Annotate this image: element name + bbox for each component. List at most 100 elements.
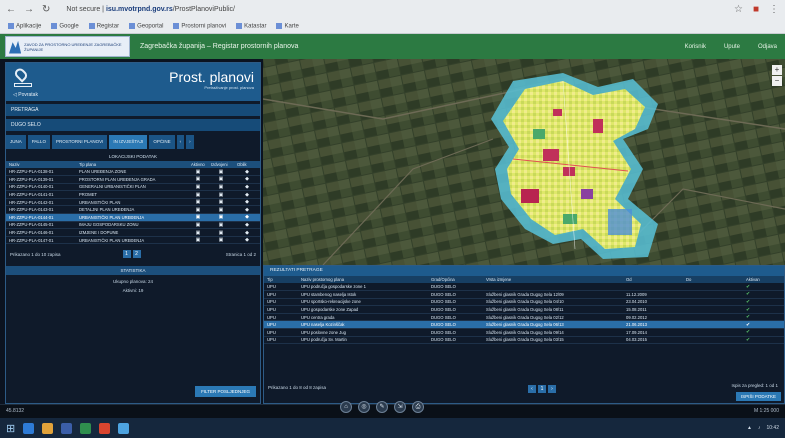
document-icon[interactable]: ▣ bbox=[188, 175, 208, 184]
forward-arrow-icon[interactable]: → bbox=[24, 4, 34, 15]
network-icon[interactable]: ▲ bbox=[747, 425, 752, 431]
table-row[interactable]: UPU UPU gospodarske zone Zapad DUGO SELO Sl… bbox=[264, 305, 784, 314]
bookmark-item[interactable]: Prostorni planovi bbox=[173, 22, 226, 29]
page-button[interactable]: 1 bbox=[122, 250, 131, 259]
table-row[interactable]: HR-ZZPU-PLA-0142-01 URBANISTIČKI PLAN ▣ ▣ ◆ bbox=[6, 198, 260, 207]
copy-icon[interactable]: ▣ bbox=[208, 236, 234, 245]
column-header[interactable]: Do bbox=[683, 276, 743, 283]
copy-icon[interactable]: ▣ bbox=[208, 221, 234, 230]
header-link-logout[interactable]: Odjava bbox=[758, 44, 777, 50]
table-row[interactable]: UPU UPU sportsko-rekreacijske zone DUGO SE… bbox=[264, 298, 784, 307]
bookmark-item[interactable]: Karte bbox=[276, 22, 299, 29]
column-header[interactable]: Izdvojeni bbox=[208, 161, 234, 168]
column-header[interactable]: Aktivan bbox=[743, 276, 784, 283]
tab-pallo[interactable]: PALLO bbox=[27, 135, 50, 149]
clock[interactable]: 10:42 bbox=[766, 425, 779, 431]
bookmark-item[interactable]: Google bbox=[51, 22, 79, 29]
copy-icon[interactable]: ▣ bbox=[208, 228, 234, 237]
app-taskbar-icon[interactable] bbox=[118, 422, 130, 434]
back-arrow-icon[interactable]: ← bbox=[6, 4, 16, 15]
layers-icon[interactable]: ◆ bbox=[234, 183, 260, 192]
document-icon[interactable]: ▣ bbox=[188, 221, 208, 230]
bookmark-item[interactable]: Aplikacije bbox=[8, 22, 41, 29]
column-header[interactable]: Aktivno bbox=[188, 161, 208, 168]
map-view[interactable]: + − bbox=[263, 59, 785, 265]
search-bar[interactable]: PRETRAGA bbox=[6, 104, 260, 116]
menu-icon[interactable]: ⋮ bbox=[769, 4, 779, 15]
bookmark-item[interactable]: Registar bbox=[88, 22, 119, 29]
copy-icon[interactable]: ▣ bbox=[208, 183, 234, 192]
table-row[interactable]: UPU UPU područja Sv. Martin DUGO SELO Služb… bbox=[264, 336, 784, 345]
copy-icon[interactable]: ▣ bbox=[208, 190, 234, 199]
table-row[interactable]: UPU UPU područja gospodarske zone 1 DUGO S… bbox=[264, 283, 784, 292]
folder-taskbar-icon[interactable] bbox=[42, 422, 54, 434]
back-link[interactable]: ◁ Povratak bbox=[13, 92, 38, 98]
locate-tool-icon[interactable]: ◎ bbox=[358, 401, 370, 413]
layers-icon[interactable]: ◆ bbox=[234, 198, 260, 207]
bookmark-item[interactable]: Katastar bbox=[236, 22, 266, 29]
document-icon[interactable]: ▣ bbox=[188, 183, 208, 192]
table-row[interactable]: HR-ZZPU-PLA-0139-01 PROSTORNI PLAN UREĐEN… bbox=[6, 175, 260, 184]
zoom-out-button[interactable]: − bbox=[772, 76, 782, 86]
satellite-map[interactable] bbox=[263, 59, 785, 265]
table-row[interactable]: HR-ZZPU-PLA-0141-01 PROMET ▣ ▣ ◆ bbox=[6, 190, 260, 199]
browser-taskbar-icon[interactable] bbox=[23, 422, 35, 434]
table-row[interactable]: HR-ZZPU-PLA-0138-01 PLAN UREĐENJA ZONE ▣ ▣ ◆ bbox=[6, 168, 260, 177]
app-taskbar-icon[interactable] bbox=[99, 422, 111, 434]
document-icon[interactable]: ▣ bbox=[188, 168, 208, 177]
layers-icon[interactable]: ◆ bbox=[234, 168, 260, 177]
selected-municipality[interactable]: DUGO SELO bbox=[6, 119, 260, 131]
copy-icon[interactable]: ▣ bbox=[208, 175, 234, 184]
table-row-selected[interactable]: HR-ZZPU-PLA-0144-01 URBANISTIČKI PLAN URE… bbox=[6, 213, 260, 222]
table-row-selected[interactable]: UPU UPU naselja Kozinščak DUGO SELO Služben… bbox=[264, 320, 784, 330]
column-header[interactable]: Tip bbox=[264, 276, 298, 283]
tab-scroll-right-icon[interactable]: › bbox=[186, 135, 194, 149]
document-icon[interactable]: ▣ bbox=[188, 228, 208, 237]
table-row[interactable]: UPU UPU centra grada DUGO SELO Službeni gla… bbox=[264, 313, 784, 322]
layers-icon[interactable]: ◆ bbox=[234, 228, 260, 237]
document-icon[interactable]: ▣ bbox=[188, 205, 208, 215]
header-link-help[interactable]: Upute bbox=[724, 44, 740, 50]
logo[interactable]: ZAVOD ZA PROSTORNO UREĐENJE ZAGREBAČKE Ž… bbox=[5, 36, 130, 57]
layers-icon[interactable]: ◆ bbox=[234, 236, 260, 245]
volume-icon[interactable]: ♪ bbox=[758, 425, 761, 431]
layers-icon[interactable]: ◆ bbox=[234, 213, 260, 222]
copy-icon[interactable]: ▣ bbox=[208, 205, 234, 215]
extension-icon[interactable]: ■ bbox=[753, 4, 759, 15]
print-tool-icon[interactable]: ⎙ bbox=[412, 401, 424, 413]
layers-icon[interactable]: ◆ bbox=[234, 221, 260, 230]
column-header[interactable]: Grad/Općina bbox=[428, 276, 483, 283]
layers-icon[interactable]: ◆ bbox=[234, 190, 260, 199]
table-row[interactable]: HR-ZZPU-PLA-0145-01 IMAJU GOSPODARSKU ZON… bbox=[6, 221, 260, 230]
start-icon[interactable]: ⊞ bbox=[6, 422, 15, 435]
page-prev-icon[interactable]: ‹ bbox=[528, 385, 536, 393]
draw-tool-icon[interactable]: ✎ bbox=[376, 401, 388, 413]
column-header[interactable]: Od bbox=[623, 276, 683, 283]
column-header[interactable]: Oblik bbox=[234, 161, 260, 168]
table-row[interactable]: HR-ZZPU-PLA-0140-01 GENERALNI URBANISTIČK… bbox=[6, 183, 260, 192]
column-header[interactable]: Naziv prostornog plana bbox=[298, 276, 428, 283]
copy-icon[interactable]: ▣ bbox=[208, 198, 234, 207]
layers-icon[interactable]: ◆ bbox=[234, 205, 260, 215]
column-header[interactable]: Vrsta izmjene bbox=[483, 276, 623, 283]
bookmark-item[interactable]: Geoportal bbox=[129, 22, 163, 29]
tab-opcine[interactable]: OPĆINE bbox=[149, 135, 175, 149]
copy-icon[interactable]: ▣ bbox=[208, 213, 234, 222]
word-taskbar-icon[interactable] bbox=[61, 422, 73, 434]
page-button[interactable]: 2 bbox=[132, 250, 141, 259]
header-link-user[interactable]: Korisnik bbox=[685, 44, 706, 50]
address-field[interactable]: Not secure | isu.mvotrpnd.gov.rs/ProstPl… bbox=[66, 6, 235, 13]
column-header[interactable]: Tip plana bbox=[76, 161, 188, 168]
column-header[interactable]: Naziv bbox=[6, 161, 76, 168]
tab-scroll-left-icon[interactable]: ‹ bbox=[176, 135, 185, 149]
tab-izvjestaji[interactable]: IN IZVJEŠTAJI bbox=[109, 135, 148, 149]
table-row[interactable]: UPU UPU poslovne zone Jug DUGO SELO Služben… bbox=[264, 328, 784, 337]
measure-tool-icon[interactable]: ⇲ bbox=[394, 401, 406, 413]
table-row[interactable]: HR-ZZPU-PLA-0146-01 IZMJENE I DOPUNE ▣ ▣ ◆ bbox=[6, 228, 260, 237]
table-row[interactable]: UPU UPU stambenog naselja Istok DUGO SELO S… bbox=[264, 290, 784, 299]
star-icon[interactable]: ☆ bbox=[734, 4, 743, 15]
document-icon[interactable]: ▣ bbox=[188, 198, 208, 207]
home-tool-icon[interactable]: ⌂ bbox=[340, 401, 352, 413]
document-icon[interactable]: ▣ bbox=[188, 213, 208, 222]
page-next-icon[interactable]: › bbox=[548, 385, 556, 393]
